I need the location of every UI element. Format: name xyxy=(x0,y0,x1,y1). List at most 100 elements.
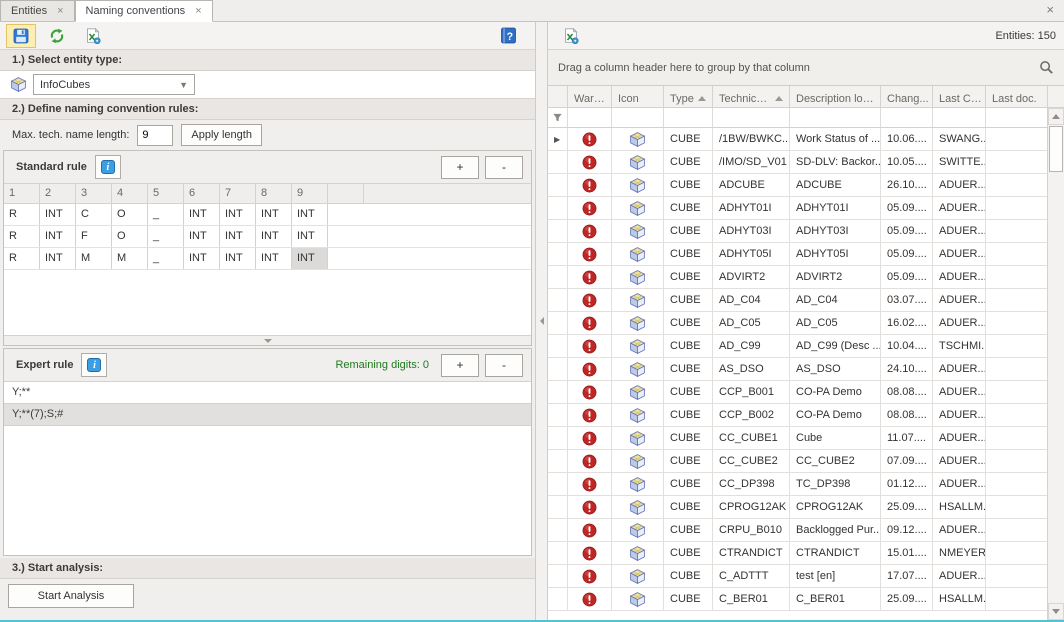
table-row[interactable]: CUBEADHYT01IADHYT01I05.09....ADUER... xyxy=(548,197,1047,220)
std-grid-cell[interactable]: R xyxy=(4,248,40,269)
std-grid-cell[interactable]: _ xyxy=(148,226,184,247)
std-grid-column-header[interactable]: 7 xyxy=(220,184,256,203)
grid-column-header-lastdoc[interactable]: Last doc. xyxy=(986,86,1047,107)
grid-column-header-warni[interactable]: Warni... xyxy=(568,86,612,107)
table-row[interactable]: CUBECCP_B001CO-PA Demo08.08....ADUER... xyxy=(548,381,1047,404)
std-grid-cell[interactable]: INT xyxy=(40,248,76,269)
table-row[interactable]: CUBECC_CUBE2CC_CUBE207.09....ADUER... xyxy=(548,450,1047,473)
std-grid-cell[interactable]: O xyxy=(112,204,148,225)
filter-cell[interactable] xyxy=(933,108,986,127)
std-grid-cell[interactable]: R xyxy=(4,226,40,247)
std-grid-column-header[interactable]: 5 xyxy=(148,184,184,203)
grid-export-excel-button[interactable] xyxy=(556,24,586,48)
std-grid-cell[interactable]: F xyxy=(76,226,112,247)
std-grid-cell[interactable]: INT xyxy=(184,204,220,225)
grid-column-header-descriptionlong[interactable]: Description long... xyxy=(790,86,881,107)
refresh-button[interactable] xyxy=(42,24,72,48)
table-row[interactable]: CUBEADVIRT2ADVIRT205.09....ADUER... xyxy=(548,266,1047,289)
scrollbar-thumb[interactable] xyxy=(1049,126,1063,172)
table-row[interactable]: CUBEAD_C99AD_C99 (Desc ...10.04....TSCHM… xyxy=(548,335,1047,358)
table-row[interactable]: CUBEC_ADTTTtest [en]17.07....ADUER... xyxy=(548,565,1047,588)
std-grid-cell[interactable]: O xyxy=(112,226,148,247)
export-excel-button[interactable] xyxy=(78,24,108,48)
std-grid-cell[interactable]: _ xyxy=(148,248,184,269)
search-icon[interactable] xyxy=(1039,60,1054,75)
grid-column-header-icon[interactable]: Icon xyxy=(612,86,664,107)
grid-column-header-lastch[interactable]: Last Ch... xyxy=(933,86,986,107)
expert-rule-remove-button[interactable]: - xyxy=(485,354,523,377)
std-grid-column-header[interactable]: 4 xyxy=(112,184,148,203)
max-length-input[interactable] xyxy=(137,125,173,146)
save-button[interactable] xyxy=(6,24,36,48)
table-row[interactable]: CUBECTRANDICTCTRANDICT15.01....NMEYER xyxy=(548,542,1047,565)
table-row[interactable]: CUBEADHYT05IADHYT05I05.09....ADUER... xyxy=(548,243,1047,266)
std-grid-column-header[interactable]: 6 xyxy=(184,184,220,203)
standard-rule-add-button[interactable]: + xyxy=(441,156,479,179)
group-by-bar[interactable]: Drag a column header here to group by th… xyxy=(548,50,1064,86)
table-row[interactable]: CUBEAD_C05AD_C0516.02....ADUER... xyxy=(548,312,1047,335)
std-grid-cell[interactable]: C xyxy=(76,204,112,225)
table-row[interactable]: CUBECC_CUBE1Cube11.07....ADUER... xyxy=(548,427,1047,450)
tab-naming-conventions-close-icon[interactable]: × xyxy=(193,6,203,17)
std-grid-cell[interactable]: INT xyxy=(40,226,76,247)
std-grid-column-header[interactable]: 3 xyxy=(76,184,112,203)
help-button[interactable]: ? xyxy=(493,24,523,48)
apply-length-button[interactable]: Apply length xyxy=(181,124,262,146)
grid-column-header-type[interactable]: Type xyxy=(664,86,713,107)
table-row[interactable]: CUBECCP_B002CO-PA Demo08.08....ADUER... xyxy=(548,404,1047,427)
tab-entities[interactable]: Entities × xyxy=(0,0,75,21)
grid-column-header-chang[interactable]: Chang... xyxy=(881,86,933,107)
std-grid-cell[interactable]: INT xyxy=(220,226,256,247)
panel-splitter[interactable] xyxy=(536,22,548,620)
std-grid-column-header[interactable]: 2 xyxy=(40,184,76,203)
standard-rule-info-button[interactable]: i xyxy=(95,155,121,179)
std-grid-column-header[interactable]: 9 xyxy=(292,184,328,203)
expert-rule-row[interactable]: Y;** xyxy=(4,382,531,404)
table-row[interactable]: CUBEAD_C04AD_C0403.07....ADUER... xyxy=(548,289,1047,312)
filter-cell[interactable] xyxy=(664,108,713,127)
table-row[interactable]: CUBECRPU_B010Backlogged Pur...09.12....A… xyxy=(548,519,1047,542)
std-grid-cell[interactable]: INT xyxy=(220,204,256,225)
filter-cell[interactable] xyxy=(568,108,612,127)
expert-rule-info-button[interactable]: i xyxy=(81,353,107,377)
tab-entities-close-icon[interactable]: × xyxy=(55,6,65,17)
filter-cell[interactable] xyxy=(790,108,881,127)
vertical-scrollbar[interactable] xyxy=(1047,86,1064,620)
scrollbar-up-button[interactable] xyxy=(1048,108,1064,125)
std-grid-column-header[interactable]: 1 xyxy=(4,184,40,203)
std-grid-cell[interactable]: INT xyxy=(40,204,76,225)
std-grid-cell[interactable]: INT xyxy=(292,248,328,269)
expert-rule-row[interactable]: Y;**(7);S;# xyxy=(4,404,531,426)
table-row[interactable]: CUBEADCUBEADCUBE26.10....ADUER... xyxy=(548,174,1047,197)
table-row[interactable]: ▶ CUBE/1BW/BWKC...Work Status of ...10.0… xyxy=(548,128,1047,151)
table-row[interactable]: CUBEC_BER01C_BER0125.09....HSALLM... xyxy=(548,588,1047,611)
filter-cell[interactable] xyxy=(713,108,790,127)
std-grid-cell[interactable]: R xyxy=(4,204,40,225)
std-grid-cell[interactable]: INT xyxy=(292,226,328,247)
std-grid-column-header[interactable]: 8 xyxy=(256,184,292,203)
scrollbar-track[interactable] xyxy=(1048,173,1064,603)
table-row[interactable]: CUBECC_DP398TC_DP39801.12....ADUER... xyxy=(548,473,1047,496)
entity-type-select[interactable]: InfoCubes ▼ xyxy=(33,74,195,95)
std-grid-cell[interactable]: M xyxy=(112,248,148,269)
table-row[interactable]: CUBECPROG12AKCPROG12AK25.09....HSALLM... xyxy=(548,496,1047,519)
std-grid-cell[interactable]: INT xyxy=(292,204,328,225)
start-analysis-button[interactable]: Start Analysis xyxy=(8,584,134,608)
std-grid-cell[interactable]: M xyxy=(76,248,112,269)
filter-cell[interactable] xyxy=(986,108,1047,127)
std-grid-cell[interactable]: INT xyxy=(220,248,256,269)
rule-splitter[interactable] xyxy=(4,335,531,345)
filter-cell[interactable] xyxy=(612,108,664,127)
window-close-icon[interactable]: × xyxy=(1046,3,1054,16)
std-grid-cell[interactable]: INT xyxy=(184,226,220,247)
tab-naming-conventions[interactable]: Naming conventions × xyxy=(75,0,213,22)
std-grid-cell[interactable]: INT xyxy=(256,248,292,269)
table-row[interactable]: CUBEAS_DSOAS_DSO24.10....ADUER... xyxy=(548,358,1047,381)
standard-rule-remove-button[interactable]: - xyxy=(485,156,523,179)
std-grid-cell[interactable]: _ xyxy=(148,204,184,225)
expert-rule-add-button[interactable]: + xyxy=(441,354,479,377)
grid-column-header-technical[interactable]: Technical... xyxy=(713,86,790,107)
table-row[interactable]: CUBE/IMO/SD_V01SD-DLV: Backor...10.05...… xyxy=(548,151,1047,174)
filter-cell[interactable] xyxy=(881,108,933,127)
std-grid-cell[interactable]: INT xyxy=(256,226,292,247)
